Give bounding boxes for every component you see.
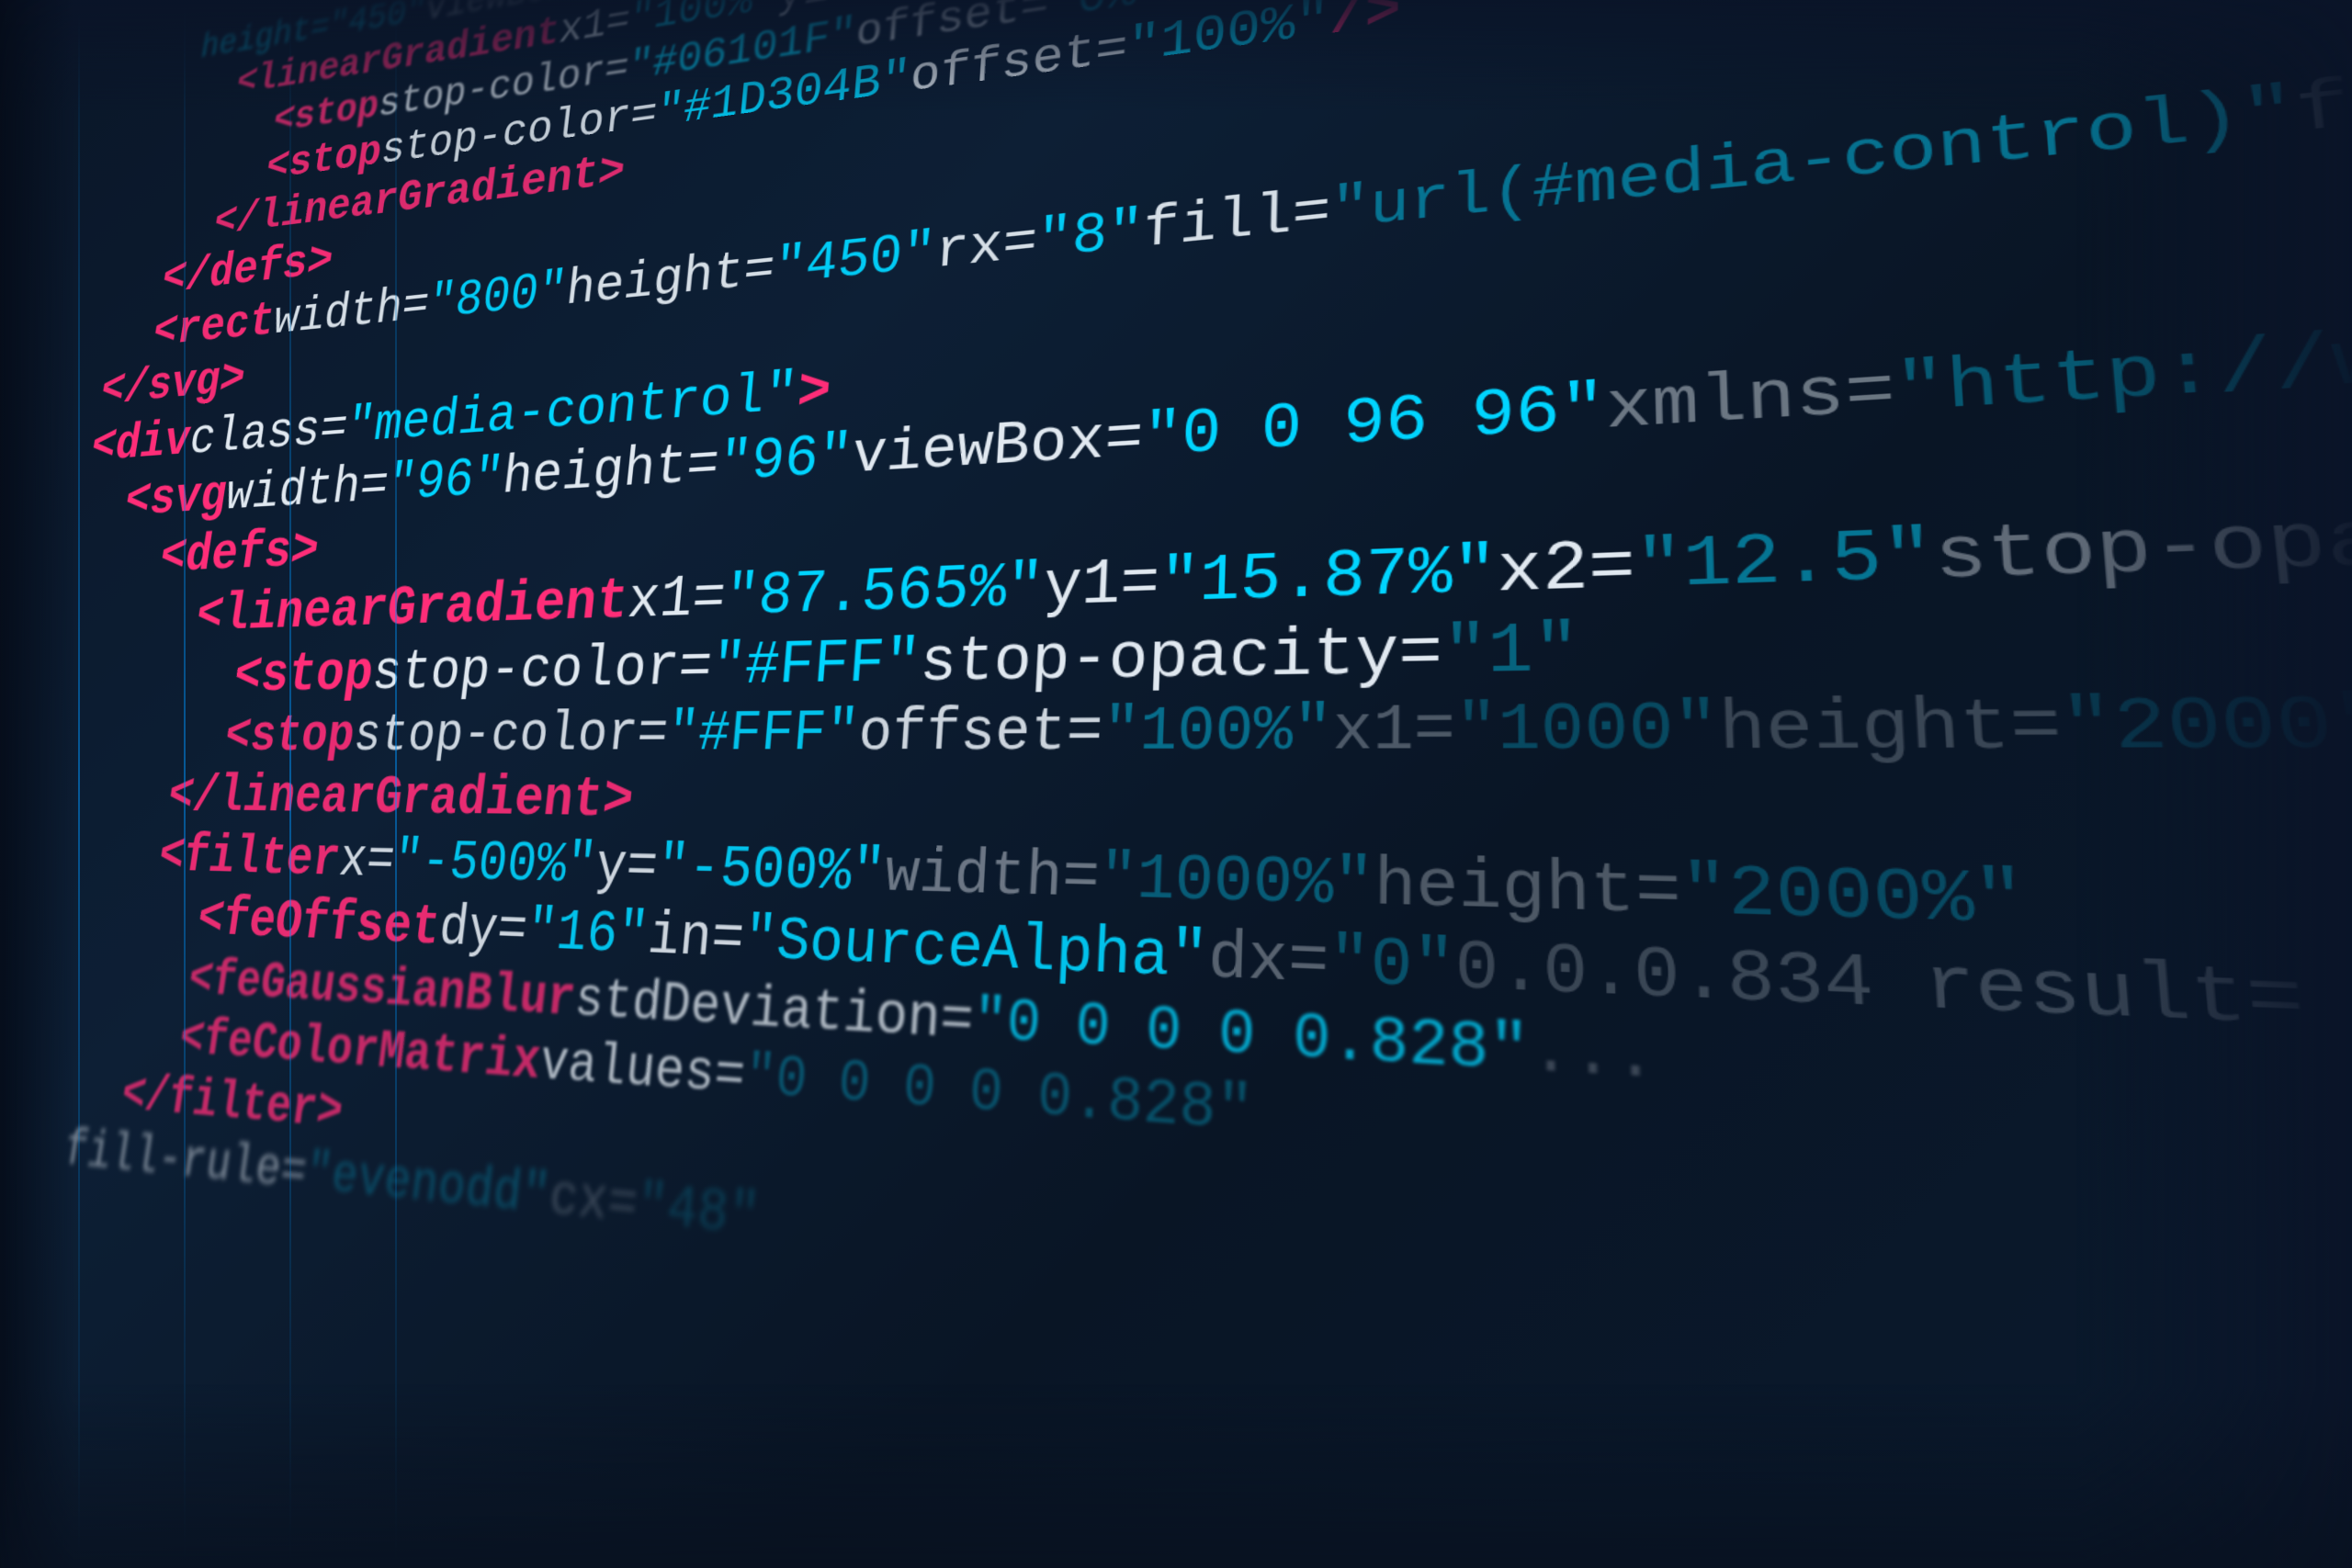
code-token: "1" — [1442, 615, 1580, 688]
code-screen: height="450" viewBox="0 0 800 450" xmlns… — [0, 0, 2352, 1568]
code-token: "evenodd" — [302, 1146, 552, 1226]
code-token: <feOffset — [194, 892, 443, 957]
code-token: "800" — [425, 265, 570, 330]
code-token: "16" — [524, 903, 651, 967]
code-token: y1= — [1042, 550, 1160, 619]
code-token: rx= — [933, 215, 1039, 281]
code-token: width= — [222, 457, 391, 520]
code-token: "1000" — [1455, 695, 1720, 765]
code-token: values= — [537, 1036, 748, 1108]
code-token: "0" — [1329, 930, 1455, 1004]
code-token: x2= — [1497, 531, 1636, 606]
code-token: height= — [500, 435, 722, 505]
code-token: height= — [1718, 692, 2064, 766]
code-token: <defs> — [156, 523, 322, 583]
code-token: <stop — [221, 710, 357, 763]
code-token: x1= — [625, 568, 728, 630]
code-token: "48" — [634, 1178, 762, 1249]
code-token: width= — [883, 843, 1101, 912]
code-token: <rect — [150, 298, 278, 357]
code-token: ... — [1530, 1019, 1657, 1094]
code-token: in= — [645, 907, 746, 971]
depth-overlay-right — [2076, 0, 2352, 1568]
code-token: x= — [335, 833, 397, 889]
code-token: stop-color= — [369, 637, 715, 702]
code-token: class= — [187, 401, 351, 465]
code-token: <filter — [155, 830, 344, 888]
code-token: viewBox= — [850, 406, 1144, 485]
code-token: offset= — [856, 702, 1103, 764]
code-token: "96" — [717, 426, 854, 493]
code-token: stop-color= — [351, 706, 671, 763]
code-container: height="450" viewBox="0 0 800 450" xmlns… — [0, 0, 2352, 1568]
code-token: </svg> — [97, 355, 248, 415]
code-token: "-500%" — [654, 840, 887, 906]
code-token: dy= — [436, 900, 530, 962]
code-token: "2000%" — [1680, 858, 2029, 941]
code-token: "15.87%" — [1159, 536, 1498, 615]
depth-overlay-bottom — [0, 1384, 2352, 1568]
depth-overlay-top — [0, 0, 2352, 110]
code-token: <svg — [121, 468, 231, 526]
code-token: stop-opacity= — [918, 618, 1442, 695]
code-token: xmlns= — [1605, 355, 1897, 443]
code-token: "96" — [384, 450, 505, 512]
code-token: "8" — [1035, 203, 1145, 271]
code-token: "450" — [772, 226, 937, 297]
code-token: </linearGradient> — [164, 771, 636, 830]
code-token: > — [795, 362, 833, 423]
code-token: height= — [1374, 852, 1683, 931]
code-token: <linearGradient — [193, 571, 631, 642]
depth-overlay-left — [0, 0, 74, 1568]
code-token: cx= — [547, 1169, 640, 1236]
code-token: dx= — [1207, 926, 1329, 998]
code-token: "-500%" — [390, 834, 599, 896]
code-token: <stop — [231, 645, 377, 703]
code-token: fill= — [1142, 183, 1331, 260]
code-token: "100%" — [1102, 699, 1333, 764]
code-token: <div — [87, 414, 194, 472]
code-token: "#FFF" — [665, 705, 861, 764]
code-token: x1= — [1332, 698, 1455, 765]
code-token: y= — [593, 838, 660, 897]
code-token: "87.565%" — [722, 555, 1045, 627]
code-token: "1000%" — [1098, 847, 1374, 920]
code-token: "#FFF" — [709, 631, 922, 697]
code-token: "12.5" — [1634, 519, 1937, 603]
